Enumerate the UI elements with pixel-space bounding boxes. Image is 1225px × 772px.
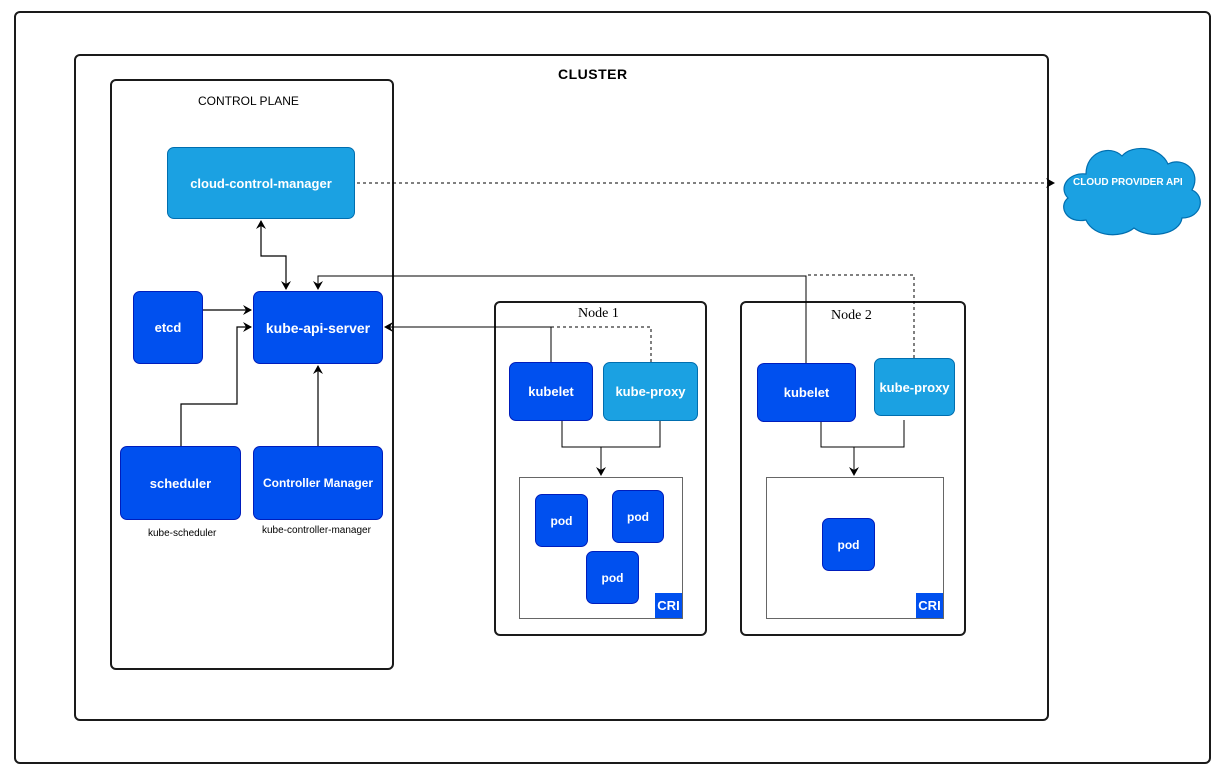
cloud-provider-shape[interactable]	[1056, 142, 1206, 240]
node-1-kubelet[interactable]: kubelet	[509, 362, 593, 421]
scheduler[interactable]: scheduler	[120, 446, 241, 520]
pod-label: pod	[601, 570, 624, 585]
node-2-pod[interactable]: pod	[822, 518, 875, 571]
node-2-kube-proxy[interactable]: kube-proxy	[874, 358, 955, 416]
kube-api-server-label: kube-api-server	[265, 319, 371, 336]
controller-manager[interactable]: Controller Manager	[253, 446, 383, 520]
node-1-kube-proxy-label: kube-proxy	[615, 384, 686, 399]
cloud-icon	[1063, 147, 1201, 236]
scheduler-caption: kube-scheduler	[148, 528, 217, 539]
control-plane-title: CONTROL PLANE	[198, 94, 299, 108]
node-2-cri-badge: CRI	[916, 593, 943, 618]
node-2-kubelet-label: kubelet	[783, 385, 830, 400]
node-2-kubelet[interactable]: kubelet	[757, 363, 856, 422]
cloud-control-manager[interactable]: cloud-control-manager	[167, 147, 355, 219]
node-1-pod[interactable]: pod	[535, 494, 588, 547]
kube-api-server[interactable]: kube-api-server	[253, 291, 383, 364]
node-2-title: Node 2	[831, 308, 872, 323]
pod-label: pod	[627, 509, 649, 524]
node-1-title: Node 1	[578, 306, 619, 321]
node-2-kube-proxy-label: kube-proxy	[879, 379, 950, 395]
node-1-cri-badge: CRI	[655, 593, 682, 618]
etcd-label: etcd	[154, 320, 182, 335]
cloud-control-manager-label: cloud-control-manager	[190, 175, 332, 191]
etcd[interactable]: etcd	[133, 291, 203, 364]
node-1-pod[interactable]: pod	[612, 490, 664, 543]
node-1-pod[interactable]: pod	[586, 551, 639, 604]
cloud-provider-label: CLOUD PROVIDER API	[1073, 177, 1183, 188]
pod-label: pod	[550, 513, 573, 528]
controller-manager-label: Controller Manager	[262, 476, 373, 490]
pod-label: pod	[837, 537, 860, 552]
controller-manager-caption: kube-controller-manager	[262, 525, 371, 536]
node-1-kubelet-label: kubelet	[528, 384, 574, 399]
cluster-title: CLUSTER	[558, 66, 628, 82]
node-1-kube-proxy[interactable]: kube-proxy	[603, 362, 698, 421]
scheduler-label: scheduler	[149, 475, 212, 491]
